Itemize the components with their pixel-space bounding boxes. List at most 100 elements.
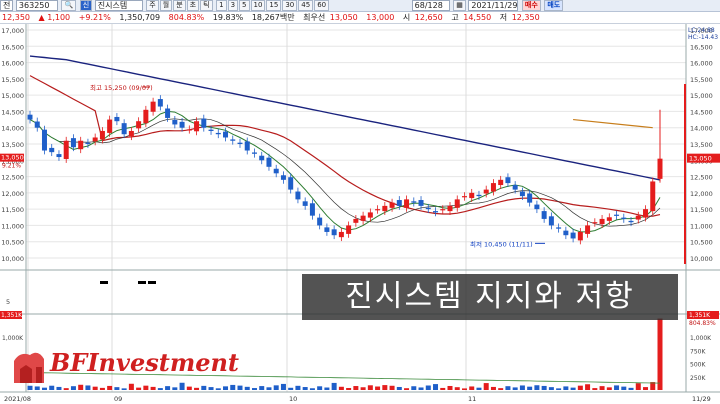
candle-down <box>121 123 127 135</box>
best-sell: 13,050 <box>329 13 358 22</box>
interval-button-30[interactable]: 30 <box>282 0 298 11</box>
candle-down <box>266 157 272 167</box>
count-field[interactable]: 68/128 <box>411 0 450 11</box>
volume-bar-up <box>577 385 583 390</box>
candle-up <box>99 130 105 140</box>
lc-label: LC:24.88 <box>688 27 715 34</box>
candle-down <box>512 185 518 190</box>
candle-down <box>396 200 402 206</box>
volume-bar-down <box>208 387 214 390</box>
candle-up <box>461 196 467 198</box>
signal-mark <box>148 281 156 284</box>
candle-down <box>527 193 533 203</box>
candle-down <box>85 142 91 144</box>
sell-button[interactable]: 매도 <box>544 0 564 11</box>
stock-code-input[interactable]: 363250 <box>15 0 58 11</box>
volume-bar-down <box>563 386 569 390</box>
volume-bar-down <box>295 385 301 390</box>
candle-down <box>418 200 424 206</box>
candle-down <box>614 214 620 216</box>
y-tick-left: 10,000 <box>1 255 24 263</box>
y-tick-left: 11,000 <box>1 222 24 230</box>
candle-up <box>107 119 113 133</box>
candle-down <box>288 177 294 190</box>
calendar-icon[interactable]: ▦ <box>453 0 466 11</box>
candle-up <box>338 231 344 238</box>
candle-down <box>230 139 236 141</box>
volume-bar-down <box>244 386 250 390</box>
volume-bar-down <box>628 387 634 390</box>
volume-bar-up <box>585 384 591 390</box>
candle-down <box>295 191 301 200</box>
y-tick-left: 14,500 <box>1 108 24 116</box>
magnifier-icon[interactable]: 🔍 <box>61 0 77 11</box>
signal-mark <box>100 281 108 284</box>
candle-down <box>49 147 55 153</box>
candle-up <box>577 231 583 241</box>
volume-bar-up <box>99 387 105 390</box>
interval-button-60[interactable]: 60 <box>314 0 330 11</box>
video-caption: 진시스템 지지와 저항 <box>302 274 678 320</box>
candle-down <box>519 191 525 197</box>
interval-button-45[interactable]: 45 <box>298 0 314 11</box>
vol-tick-right: 750K <box>690 348 706 355</box>
y-tick-left: 14,000 <box>1 125 24 133</box>
vol-tick-right: 1,000K <box>690 335 712 342</box>
candle-up <box>490 183 496 192</box>
y-tick-left: 12,000 <box>1 190 24 198</box>
quote-bar: 12,350 ▲ 1,100 +9.21% 1,350,709 804.83% … <box>0 12 720 24</box>
market-selector[interactable]: 전 <box>0 0 14 11</box>
y-tick-left: 15,000 <box>1 92 24 100</box>
period-tab-2[interactable]: 분 <box>173 0 186 11</box>
brand-watermark: BFInvestment <box>50 348 240 377</box>
candle-up <box>63 140 69 159</box>
y-tick-right: 11,000 <box>690 222 713 230</box>
interval-button-15[interactable]: 15 <box>266 0 282 11</box>
candle-up <box>643 209 649 218</box>
volume-bar-down <box>223 386 229 390</box>
volume-bar-up <box>599 386 605 390</box>
volume-bar-up <box>461 388 467 390</box>
volume-bar-up <box>469 386 475 390</box>
candle-up <box>150 101 156 112</box>
date-field[interactable]: 2021/11/29 <box>468 0 519 11</box>
candle-down <box>237 142 243 144</box>
candle-up <box>483 189 489 194</box>
period-tab-3[interactable]: 초 <box>186 0 200 11</box>
interval-button-3[interactable]: 3 <box>227 0 239 11</box>
trade-amount: 18,267백만 <box>251 13 295 22</box>
candle-down <box>541 211 547 219</box>
candle-up <box>635 215 641 220</box>
stock-name-field[interactable]: 진시스템 <box>94 0 143 11</box>
best-buy: 13,000 <box>366 13 395 22</box>
x-tick: 09 <box>114 395 122 403</box>
interval-button-10[interactable]: 10 <box>250 0 266 11</box>
candle-down <box>215 132 221 135</box>
candle-down <box>244 141 250 151</box>
volume-bar-up <box>367 385 373 390</box>
volume-bar-down <box>259 386 265 390</box>
buy-button[interactable]: 매수 <box>521 0 541 11</box>
stock-name-badge: 신 <box>79 0 93 11</box>
period-tab-0[interactable]: 주 <box>146 0 159 11</box>
period-tab-4[interactable]: 틱 <box>200 0 213 11</box>
candle-up <box>360 215 366 221</box>
y-tick-right: 14,000 <box>690 125 713 133</box>
period-tab-1[interactable]: 월 <box>159 0 173 11</box>
candle-down <box>172 119 178 125</box>
y-tick-right: 12,500 <box>690 174 713 182</box>
candle-down <box>114 116 120 122</box>
volume-bar-up <box>389 385 395 390</box>
volume-bar-up <box>360 387 366 390</box>
interval-button-5[interactable]: 5 <box>239 0 250 11</box>
y-tick-right: 16,000 <box>690 60 713 68</box>
candle-down <box>324 227 330 232</box>
interval-button-1[interactable]: 1 <box>216 0 227 11</box>
volume-bar-up <box>454 387 460 390</box>
volume-bar-up <box>353 386 359 390</box>
vol-pct-tag: 804.83% <box>689 320 716 327</box>
price-change: ▲ 1,100 <box>38 13 71 22</box>
volume-bar-down <box>541 385 547 390</box>
volume-bar-down <box>548 387 554 390</box>
y-tick-right: 13,500 <box>690 141 713 149</box>
